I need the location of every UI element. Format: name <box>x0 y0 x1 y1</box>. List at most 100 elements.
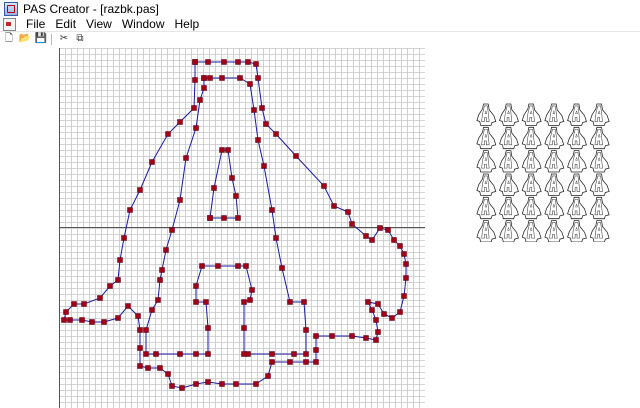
control-point[interactable] <box>159 267 165 273</box>
control-point[interactable] <box>349 221 355 227</box>
control-point[interactable] <box>193 381 199 387</box>
control-point[interactable] <box>97 295 103 301</box>
control-point[interactable] <box>375 329 381 335</box>
control-point[interactable] <box>137 187 143 193</box>
control-point[interactable] <box>247 297 253 303</box>
control-point[interactable] <box>155 297 161 303</box>
control-point[interactable] <box>211 185 217 191</box>
control-point[interactable] <box>215 263 221 269</box>
control-point[interactable] <box>169 227 175 233</box>
control-point[interactable] <box>293 153 299 159</box>
control-point[interactable] <box>329 333 335 339</box>
control-point[interactable] <box>137 363 143 369</box>
control-point[interactable] <box>287 299 293 305</box>
control-point[interactable] <box>71 301 77 307</box>
control-point[interactable] <box>205 325 211 331</box>
control-point[interactable] <box>63 309 69 315</box>
control-point[interactable] <box>287 359 293 365</box>
control-point[interactable] <box>291 351 297 357</box>
control-point[interactable] <box>253 381 259 387</box>
control-point[interactable] <box>191 105 197 111</box>
control-point[interactable] <box>219 147 225 153</box>
document-window-icon[interactable] <box>3 17 16 31</box>
control-point[interactable] <box>115 315 121 321</box>
control-point[interactable] <box>241 299 247 305</box>
control-point[interactable] <box>117 257 123 263</box>
control-point[interactable] <box>229 175 235 181</box>
control-point[interactable] <box>265 373 271 379</box>
control-point[interactable] <box>345 209 351 215</box>
control-point[interactable] <box>389 315 395 321</box>
control-point[interactable] <box>107 283 113 289</box>
control-point[interactable] <box>245 59 251 65</box>
control-point[interactable] <box>349 333 355 339</box>
control-point[interactable] <box>143 351 149 357</box>
control-point[interactable] <box>61 317 67 323</box>
control-point[interactable] <box>193 351 199 357</box>
control-point[interactable] <box>251 107 257 113</box>
control-point[interactable] <box>241 351 247 357</box>
control-point[interactable] <box>397 309 403 315</box>
control-point[interactable] <box>303 327 309 333</box>
control-point[interactable] <box>233 381 239 387</box>
menu-view[interactable]: View <box>82 17 118 31</box>
control-point[interactable] <box>235 59 241 65</box>
control-point[interactable] <box>101 319 107 325</box>
control-point[interactable] <box>149 307 155 313</box>
shape-editor-canvas[interactable] <box>59 48 425 408</box>
control-point[interactable] <box>279 265 285 271</box>
control-point[interactable] <box>177 351 183 357</box>
control-point[interactable] <box>303 351 309 357</box>
control-point[interactable] <box>183 155 189 161</box>
menu-window[interactable]: Window <box>118 17 171 31</box>
control-point[interactable] <box>199 263 205 269</box>
control-point[interactable] <box>121 235 127 241</box>
save-icon[interactable]: 💾 <box>34 33 48 45</box>
control-point[interactable] <box>363 335 369 341</box>
control-point[interactable] <box>255 75 261 81</box>
control-point[interactable] <box>165 131 171 137</box>
control-point[interactable] <box>331 203 337 209</box>
control-point[interactable] <box>205 379 211 385</box>
control-point[interactable] <box>81 301 87 307</box>
control-point[interactable] <box>225 147 231 153</box>
control-point[interactable] <box>201 75 207 81</box>
control-point[interactable] <box>79 317 85 323</box>
control-point[interactable] <box>165 371 171 377</box>
control-point[interactable] <box>221 59 227 65</box>
copy-icon[interactable]: ⧉ <box>73 33 87 45</box>
control-point[interactable] <box>313 359 319 365</box>
control-point[interactable] <box>219 381 225 387</box>
title-bar[interactable]: PAS Creator - [razbk.pas] <box>0 0 640 17</box>
control-point[interactable] <box>192 59 198 65</box>
control-point[interactable] <box>243 263 249 269</box>
control-point[interactable] <box>143 327 149 333</box>
control-point[interactable] <box>375 301 381 307</box>
control-point[interactable] <box>197 97 203 103</box>
control-point[interactable] <box>249 287 255 293</box>
control-point[interactable] <box>193 299 199 305</box>
control-point[interactable] <box>207 215 213 221</box>
control-point[interactable] <box>269 207 275 213</box>
menu-help[interactable]: Help <box>171 17 206 31</box>
control-point[interactable] <box>67 317 73 323</box>
control-point[interactable] <box>193 125 199 131</box>
open-folder-icon[interactable]: 📂 <box>18 33 32 45</box>
control-point[interactable] <box>219 75 225 81</box>
control-point[interactable] <box>233 193 239 199</box>
control-point[interactable] <box>369 237 375 243</box>
control-point[interactable] <box>177 119 183 125</box>
control-point[interactable] <box>313 347 319 353</box>
control-point[interactable] <box>125 303 131 309</box>
control-point[interactable] <box>149 159 155 165</box>
control-point[interactable] <box>301 299 307 305</box>
control-point[interactable] <box>321 183 327 189</box>
control-point[interactable] <box>403 275 409 281</box>
control-point[interactable] <box>235 263 241 269</box>
control-point[interactable] <box>153 351 159 357</box>
control-point[interactable] <box>269 351 275 357</box>
control-point[interactable] <box>403 261 409 267</box>
control-point[interactable] <box>377 225 383 231</box>
control-point[interactable] <box>373 317 379 323</box>
menu-edit[interactable]: Edit <box>51 17 82 31</box>
